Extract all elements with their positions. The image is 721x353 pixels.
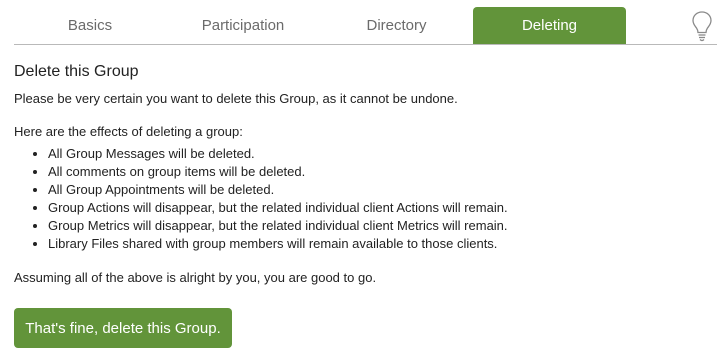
effect-item: All Group Messages will be deleted. (48, 145, 714, 163)
effect-item: All comments on group items will be dele… (48, 163, 714, 181)
lightbulb-icon[interactable] (687, 7, 717, 44)
effect-item: Group Metrics will disappear, but the re… (48, 217, 714, 235)
effects-list: All Group Messages will be deleted. All … (14, 145, 714, 253)
section-title: Delete this Group (14, 63, 139, 80)
tab-directory[interactable]: Directory (320, 7, 473, 44)
delete-group-page: Basics Participation Directory Deleting … (0, 0, 721, 353)
assumption-text: Assuming all of the above is alright by … (14, 270, 377, 285)
effect-item: Library Files shared with group members … (48, 235, 714, 253)
delete-section: Delete this Group Please be very certain… (14, 62, 714, 286)
tab-bar: Basics Participation Directory Deleting (14, 7, 717, 45)
confirm-delete-button[interactable]: That's fine, delete this Group. (14, 308, 232, 348)
effects-intro: Here are the effects of deleting a group… (14, 124, 243, 139)
effect-item: All Group Appointments will be deleted. (48, 181, 714, 199)
tab-basics[interactable]: Basics (14, 7, 166, 44)
tab-deleting[interactable]: Deleting (473, 7, 626, 44)
tab-participation[interactable]: Participation (166, 7, 320, 44)
warning-text: Please be very certain you want to delet… (14, 91, 458, 106)
effect-item: Group Actions will disappear, but the re… (48, 199, 714, 217)
